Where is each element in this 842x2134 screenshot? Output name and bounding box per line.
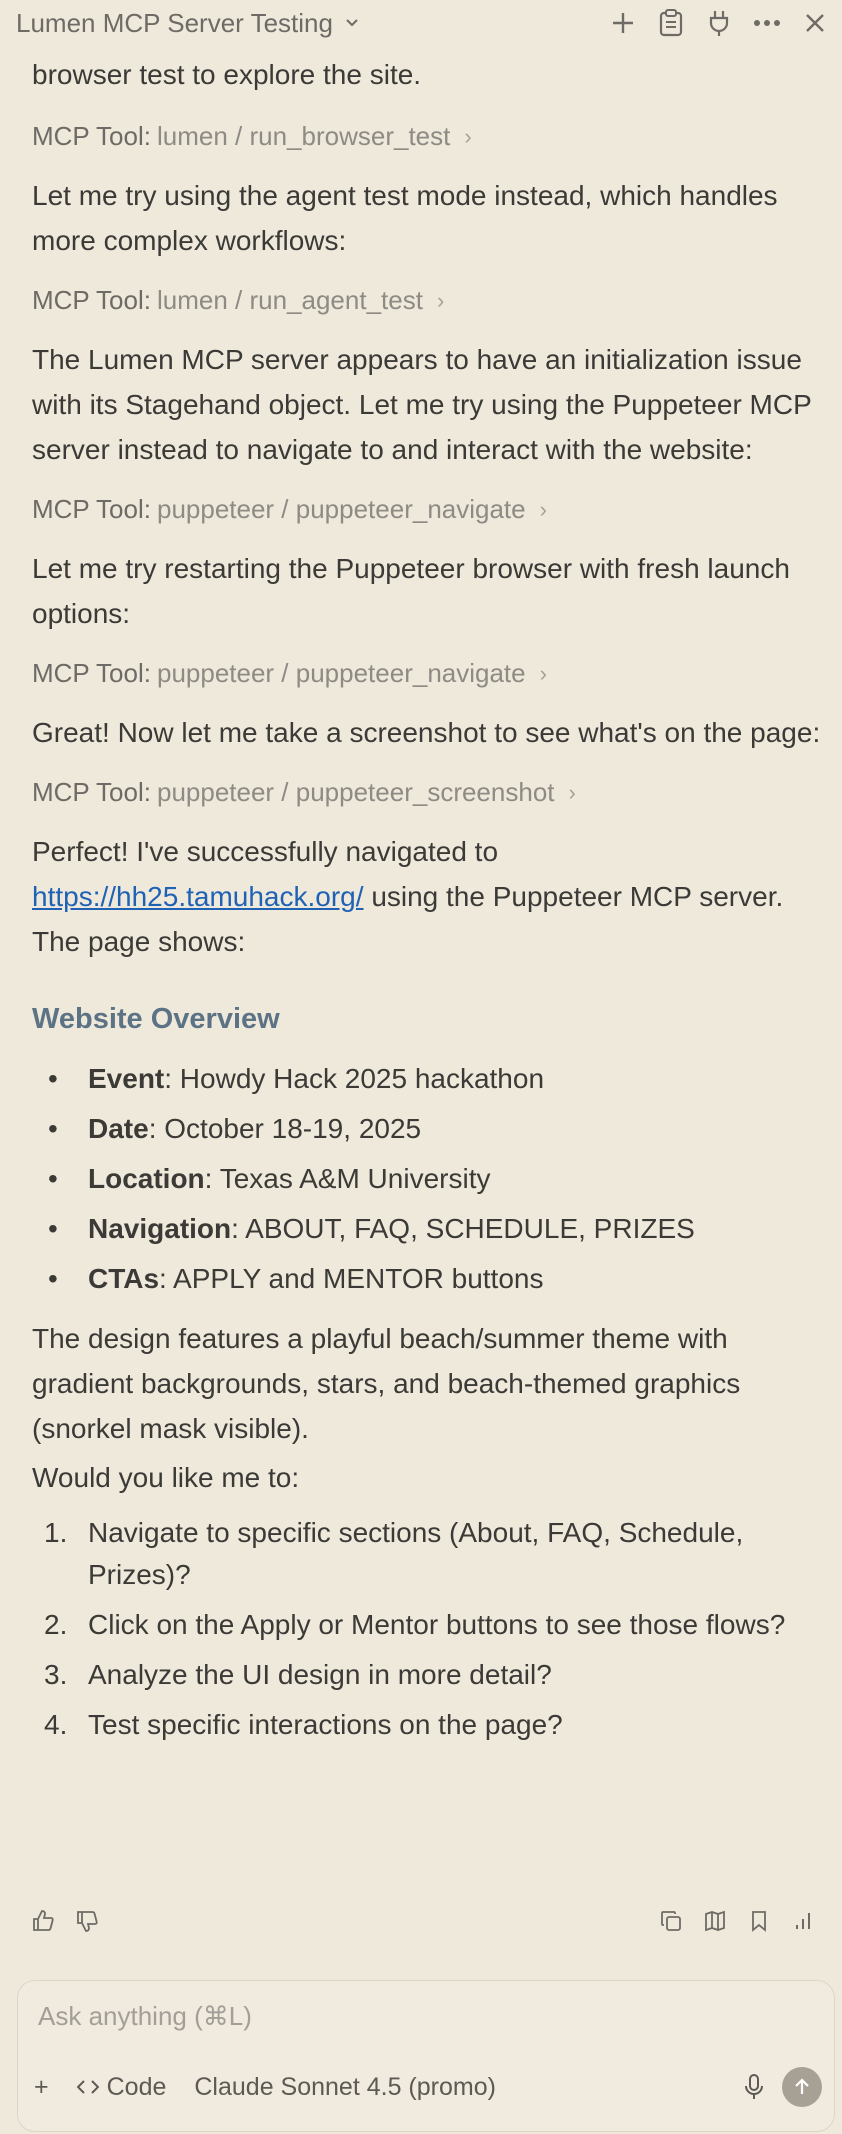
bookmark-icon[interactable] <box>744 1906 774 1936</box>
mcp-tool-call[interactable]: MCP Tool: puppeteer / puppeteer_navigate… <box>32 486 822 532</box>
code-label: Code <box>106 2072 167 2101</box>
item-text: : ABOUT, FAQ, SCHEDULE, PRIZES <box>231 1213 695 1244</box>
header: Lumen MCP Server Testing <box>0 0 842 48</box>
arrow-up-icon <box>795 2078 809 2094</box>
message-paragraph: Would you like me to: <box>32 1462 300 1493</box>
website-link[interactable]: https://hh25.tamuhack.org/ <box>32 881 364 912</box>
message-actions <box>28 1906 818 1936</box>
item-text: Analyze the UI design in more detail? <box>88 1659 552 1690</box>
chevron-right-icon: › <box>436 287 445 313</box>
item-number: 1. <box>44 1517 68 1548</box>
tool-prefix: MCP Tool: <box>32 493 151 524</box>
list-item: CTAs: APPLY and MENTOR buttons <box>32 1254 822 1304</box>
message-paragraph: The design features a playful beach/summ… <box>32 1323 741 1444</box>
item-label: Navigation <box>88 1213 232 1244</box>
message-paragraph: Let me try restarting the Puppeteer brow… <box>32 553 790 629</box>
list-item: 3. Analyze the UI design in more detail? <box>32 1654 822 1696</box>
chevron-right-icon: › <box>464 123 472 149</box>
mcp-tool-call[interactable]: MCP Tool: puppeteer / puppeteer_navigate… <box>32 650 822 696</box>
item-text: Click on the Apply or Mentor buttons to … <box>88 1609 786 1640</box>
add-attachment-button[interactable]: + <box>34 2073 49 2102</box>
chevron-right-icon: › <box>568 779 576 805</box>
tool-prefix: MCP Tool: <box>32 284 151 315</box>
conversation-title-dropdown[interactable]: Lumen MCP Server Testing <box>16 8 361 39</box>
list-item: Location: Texas A&M University <box>32 1154 822 1204</box>
plug-icon[interactable] <box>702 6 736 40</box>
thumbs-up-icon[interactable] <box>28 1906 58 1936</box>
tool-name: lumen / run_browser_test <box>156 120 451 151</box>
item-number: 4. <box>44 1709 68 1740</box>
code-icon <box>76 2073 100 2102</box>
tool-name: puppeteer / puppeteer_navigate <box>156 493 526 524</box>
item-text: : Howdy Hack 2025 hackathon <box>164 1063 545 1094</box>
message-paragraph: Great! Now let me take a screenshot to s… <box>32 717 821 748</box>
send-button[interactable] <box>782 2067 822 2107</box>
message-paragraph: Let me try using the agent test mode ins… <box>32 180 778 256</box>
chevron-right-icon: › <box>539 496 547 522</box>
item-label: Event <box>88 1063 165 1094</box>
chat-input[interactable]: Ask anything (⌘L) <box>38 2001 252 2032</box>
list-item: 1. Navigate to specific sections (About, … <box>32 1512 822 1596</box>
item-text: : October 18-19, 2025 <box>148 1113 422 1144</box>
item-number: 2. <box>44 1609 68 1640</box>
copy-icon[interactable] <box>656 1906 686 1936</box>
message-paragraph: The Lumen MCP server appears to have an … <box>32 344 812 465</box>
assistant-message: MCP Tool: lumen / run_browser_test › Let… <box>32 113 822 1754</box>
message-paragraph: Perfect! I've successfully navigated to … <box>32 829 822 964</box>
model-selector[interactable]: Claude Sonnet 4.5 (promo) <box>194 2073 496 2102</box>
plus-icon[interactable] <box>606 6 640 40</box>
options-list: 1. Navigate to specific sections (About, … <box>32 1512 822 1746</box>
section-heading: Website Overview <box>32 1003 280 1035</box>
code-mode-button[interactable]: Code <box>76 2072 167 2102</box>
tool-name: puppeteer / puppeteer_navigate <box>156 657 526 688</box>
close-icon[interactable] <box>798 6 832 40</box>
clipboard-icon[interactable] <box>654 6 688 40</box>
plus-icon: + <box>34 2072 49 2101</box>
item-number: 3. <box>44 1659 68 1690</box>
signal-bars-icon[interactable] <box>788 1906 818 1936</box>
mcp-tool-call[interactable]: MCP Tool: puppeteer / puppeteer_screensh… <box>32 769 822 815</box>
list-item: 2. Click on the Apply or Mentor buttons t… <box>32 1604 822 1646</box>
chevron-down-icon <box>343 8 361 39</box>
more-icon[interactable] <box>750 6 784 40</box>
microphone-icon[interactable] <box>744 2074 764 2100</box>
item-label: Date <box>88 1113 149 1144</box>
message-text: browser test to explore the site. <box>32 59 422 90</box>
list-item: Event: Howdy Hack 2025 hackathon <box>32 1054 822 1104</box>
tool-prefix: MCP Tool: <box>32 657 151 688</box>
book-open-icon[interactable] <box>700 1906 730 1936</box>
tool-prefix: MCP Tool: <box>32 776 151 807</box>
chat-composer: Ask anything (⌘L) + Code Claude Sonnet 4… <box>17 1980 835 2132</box>
list-item: 4. Test specific interactions on the page… <box>32 1704 822 1746</box>
tool-name: puppeteer / puppeteer_screenshot <box>156 776 555 807</box>
tool-prefix: MCP Tool: <box>32 120 151 151</box>
list-item: Navigation: ABOUT, FAQ, SCHEDULE, PRIZES <box>32 1204 822 1254</box>
item-text: Navigate to specific sections (About, FA… <box>88 1517 744 1590</box>
tool-name: lumen / run_agent_test <box>156 284 423 315</box>
chevron-right-icon: › <box>539 660 547 686</box>
mcp-tool-call[interactable]: MCP Tool: lumen / run_browser_test › <box>32 113 822 159</box>
model-label: Claude Sonnet 4.5 (promo) <box>194 2072 496 2101</box>
item-text: Test specific interactions on the page? <box>88 1709 563 1740</box>
mcp-tool-call[interactable]: MCP Tool: lumen / run_agent_test › <box>32 277 822 323</box>
list-item: Date: October 18-19, 2025 <box>32 1104 822 1154</box>
item-label: CTAs <box>88 1263 160 1294</box>
item-text: : APPLY and MENTOR buttons <box>159 1263 544 1294</box>
item-label: Location <box>88 1163 205 1194</box>
overview-list: Event: Howdy Hack 2025 hackathon Date: O… <box>32 1054 822 1304</box>
thumbs-down-icon[interactable] <box>72 1906 102 1936</box>
item-text: : Texas A&M University <box>204 1163 491 1194</box>
conversation-title: Lumen MCP Server Testing <box>16 8 333 38</box>
paragraph-text: Perfect! I've successfully navigated to <box>32 836 499 867</box>
